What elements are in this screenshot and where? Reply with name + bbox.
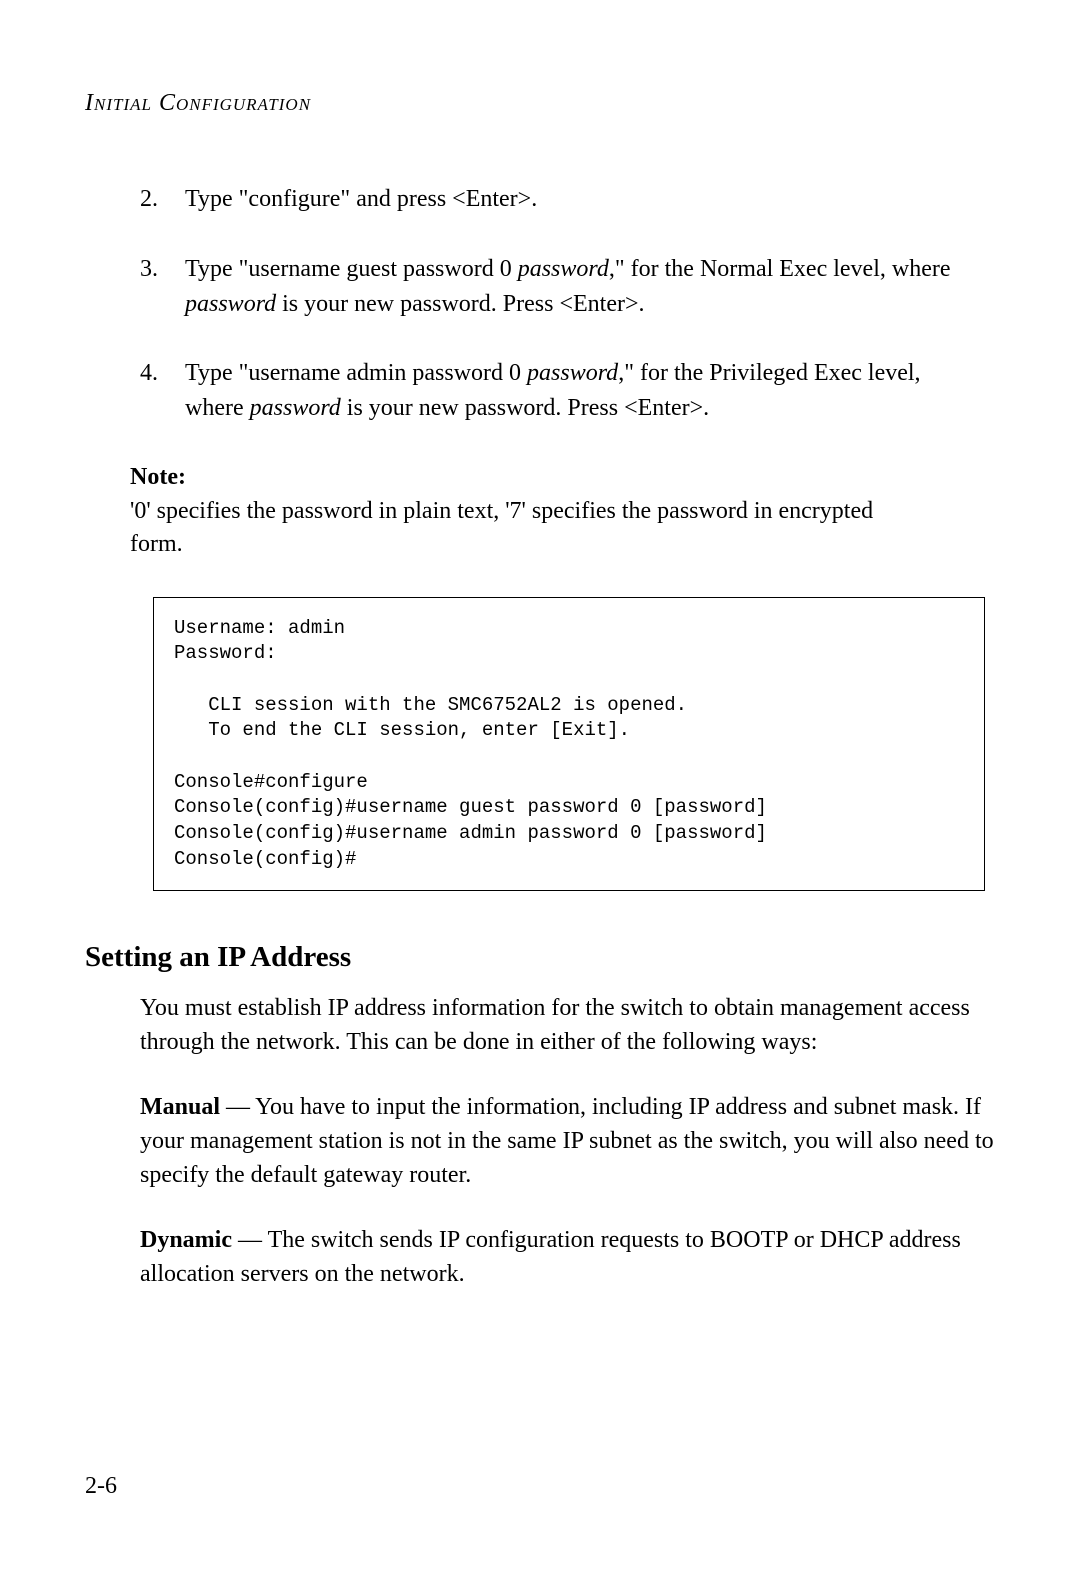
page-number: 2-6 [85, 1473, 117, 1500]
section-heading: Setting an IP Address [85, 941, 995, 974]
list-item: 2.Type "configure" and press <Enter>. [140, 182, 985, 217]
list-item: 4.Type "username admin password 0 passwo… [140, 356, 985, 426]
list-number: 2. [140, 182, 185, 217]
page-header: Initial Configuration [85, 90, 995, 117]
paragraph: Dynamic — The switch sends IP configurat… [85, 1224, 995, 1291]
code-box: Username: admin Password: CLI session wi… [153, 597, 985, 891]
list-number: 4. [140, 356, 185, 426]
list-text: Type "configure" and press <Enter>. [185, 182, 985, 217]
list-text: Type "username admin password 0 password… [185, 356, 985, 426]
list-item: 3.Type "username guest password 0 passwo… [140, 252, 985, 322]
paragraph: Manual — You have to input the informati… [85, 1091, 995, 1192]
note-block: Note: '0' specifies the password in plai… [130, 461, 995, 562]
note-text: '0' specifies the password in plain text… [130, 495, 920, 562]
steps-list: 2.Type "configure" and press <Enter>.3.T… [85, 182, 995, 426]
note-label: Note: [130, 461, 200, 495]
paragraph: You must establish IP address informatio… [85, 992, 995, 1059]
list-number: 3. [140, 252, 185, 322]
list-text: Type "username guest password 0 password… [185, 252, 985, 322]
